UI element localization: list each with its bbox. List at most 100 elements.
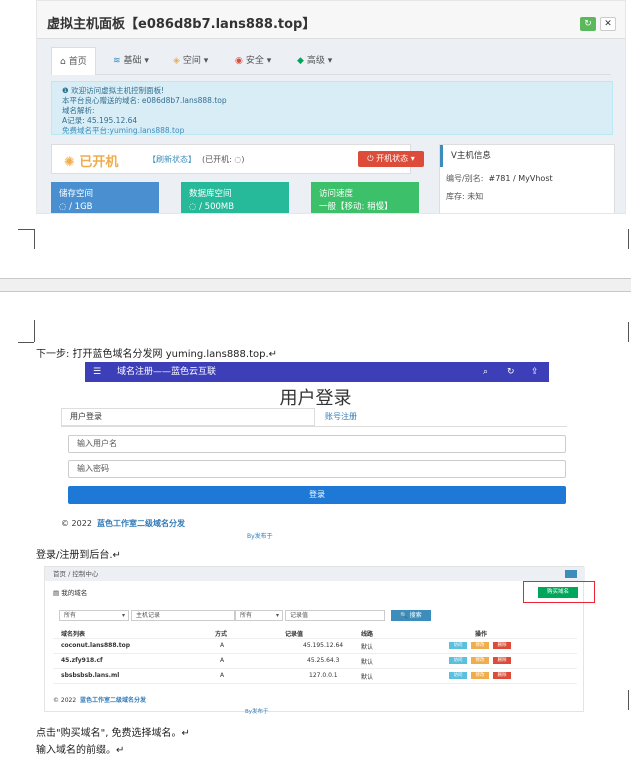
refresh-icon[interactable]: ↻ bbox=[507, 362, 515, 382]
visit-button[interactable]: 访问 bbox=[449, 672, 467, 679]
page-corner-mark bbox=[628, 229, 629, 249]
vhost-info-box: V主机信息 编号/别名: #781 / MyVhost 库存: 未知 bbox=[439, 144, 615, 213]
type-cell: A bbox=[220, 642, 225, 649]
line-cell: 默认 bbox=[361, 644, 374, 651]
refresh-status-link[interactable]: 【刷新状态】 bbox=[148, 154, 196, 165]
divider bbox=[53, 638, 577, 639]
layers-icon: ≋ bbox=[113, 56, 121, 66]
info-header: V主机信息 bbox=[440, 145, 614, 167]
edit-button[interactable]: 修改 bbox=[471, 642, 489, 649]
storage-card: 储存空间 ◌ / 1GB bbox=[51, 182, 159, 213]
footer-link[interactable]: By发布于 bbox=[247, 531, 273, 540]
copyright: © 2022 蓝色工作室二级域名分发 bbox=[61, 519, 185, 528]
spinner-icon: ✺ bbox=[64, 155, 80, 170]
card-title: 数据库空间 bbox=[189, 189, 232, 199]
step-text: 下一步: 打开蓝色域名分发网 yuming.lans888.top.↵ bbox=[36, 349, 278, 360]
column-header: 记录值 bbox=[285, 631, 304, 638]
type-cell: A bbox=[220, 657, 225, 664]
share-icon[interactable]: ⇪ bbox=[531, 362, 539, 382]
password-input[interactable]: 输入密码 bbox=[68, 460, 566, 478]
diamond-icon: ◆ bbox=[297, 56, 304, 66]
page-separator bbox=[0, 278, 631, 292]
column-header: 域名列表 bbox=[61, 631, 86, 638]
panel-tabs: ⌂ 首页 ≋ 基础 ▾ ◈ 空间 ▾ ◉ 安全 ▾ ◆ 高级 ▾ bbox=[51, 47, 611, 75]
login-screenshot: ☰ 域名注册——蓝色云互联 ⌕ ↻ ⇪ 用户登录 用户登录 账号注册 输入用户名… bbox=[59, 362, 572, 540]
type-cell: A bbox=[220, 672, 225, 679]
database-card: 数据库空间 ◌ / 500MB bbox=[181, 182, 289, 213]
delete-button[interactable]: 删除 bbox=[493, 657, 511, 664]
tab-register[interactable]: 账号注册 bbox=[325, 408, 357, 426]
tab-home[interactable]: ⌂ 首页 bbox=[51, 47, 96, 75]
shield-icon: ◉ bbox=[235, 56, 243, 66]
page-corner-mark bbox=[34, 229, 35, 249]
edit-button[interactable]: 修改 bbox=[471, 657, 489, 664]
footer-link[interactable]: By发布于 bbox=[245, 707, 269, 715]
tab-basic[interactable]: ≋ 基础 ▾ bbox=[105, 47, 157, 75]
panel-title: 虚拟主机面板【e086d8b7.lans888.top】 bbox=[47, 17, 316, 32]
breadcrumb: 首页 / 控制中心 bbox=[45, 567, 585, 581]
page-corner-mark bbox=[18, 229, 34, 230]
value-cell: 127.0.0.1 bbox=[309, 672, 338, 679]
power-status: ✺ 已开机 bbox=[64, 155, 119, 170]
search-icon[interactable]: ⌕ bbox=[483, 362, 488, 382]
delete-button[interactable]: 删除 bbox=[493, 642, 511, 649]
refresh-icon[interactable]: ↻ bbox=[580, 17, 596, 31]
page-corner-mark bbox=[628, 690, 629, 710]
notice-line: A记录: 45.195.12.64 bbox=[62, 116, 138, 125]
domains-screenshot: 首页 / 控制中心 ▤ 我的域名 购买域名 所有 ▾ 主机记录 所有 ▾ 记录值 🔍… bbox=[44, 566, 595, 715]
page-corner-mark bbox=[628, 322, 629, 342]
tab-advanced[interactable]: ◆ 高级 ▾ bbox=[289, 47, 340, 75]
card-value: ◌ / 1GB bbox=[59, 202, 93, 212]
divider bbox=[61, 426, 567, 427]
domain-cell: 45.zfy918.cf bbox=[61, 657, 103, 664]
login-button[interactable]: 登录 bbox=[68, 486, 566, 504]
page-corner-mark bbox=[34, 320, 35, 342]
nav-title: 域名注册——蓝色云互联 bbox=[117, 367, 217, 377]
tab-space[interactable]: ◈ 空间 ▾ bbox=[165, 47, 216, 75]
visit-button[interactable]: 访问 bbox=[449, 642, 467, 649]
line-cell: 默认 bbox=[361, 659, 374, 666]
page-corner-mark bbox=[18, 342, 34, 343]
search-button[interactable]: 🔍 搜索 bbox=[391, 610, 431, 621]
info-row: 库存: 未知 bbox=[446, 192, 484, 201]
vhost-panel-screenshot: 虚拟主机面板【e086d8b7.lans888.top】 ↻ ✕ ⌂ 首页 ≋ 基础… bbox=[36, 0, 626, 214]
column-header: 线路 bbox=[361, 631, 374, 638]
filter-select[interactable]: 所有 ▾ bbox=[235, 610, 283, 621]
tab-login[interactable]: 用户登录 bbox=[61, 408, 315, 426]
power-button[interactable]: ⏻ 开机状态 ▾ bbox=[358, 151, 424, 167]
tab-security[interactable]: ◉ 安全 ▾ bbox=[227, 47, 279, 75]
navbar: ☰ 域名注册——蓝色云互联 ⌕ ↻ ⇪ bbox=[85, 362, 549, 382]
card-value: 一般【移动: 稍慢】 bbox=[319, 202, 393, 212]
value-cell: 45.195.12.64 bbox=[303, 642, 344, 649]
filter-input[interactable]: 主机记录 bbox=[131, 610, 235, 621]
visit-button[interactable]: 访问 bbox=[449, 657, 467, 664]
notice-line: 域名解析: bbox=[62, 106, 95, 115]
notice-line: 本平台良心赠送的域名: e086d8b7.lans888.top bbox=[62, 96, 227, 105]
close-icon[interactable]: ✕ bbox=[600, 17, 616, 31]
value-cell: 45.25.64.3 bbox=[307, 657, 340, 664]
step-text: 登录/注册到后台.↵ bbox=[36, 550, 121, 561]
step-text: 点击"购买域名", 免费选择域名。↵ bbox=[36, 728, 190, 739]
divider bbox=[53, 683, 577, 684]
delete-button[interactable]: 删除 bbox=[493, 672, 511, 679]
notice-line: ❶ 欢迎访问虚拟主机控制面板! bbox=[62, 86, 165, 95]
filter-select[interactable]: 所有 ▾ bbox=[59, 610, 129, 621]
info-row: 编号/别名: #781 / MyVhost bbox=[446, 174, 553, 183]
status-note: (已开机: ◌) bbox=[202, 155, 245, 164]
card-title: 储存空间 bbox=[59, 189, 94, 199]
cube-icon: ◈ bbox=[173, 56, 180, 66]
edit-button[interactable]: 修改 bbox=[471, 672, 489, 679]
notice-line: 免费域名平台:yuming.lans888.top bbox=[62, 126, 185, 135]
domain-cell: coconut.lans888.top bbox=[61, 642, 131, 649]
filter-input[interactable]: 记录值 bbox=[285, 610, 385, 621]
speed-card: 访问速度 一般【移动: 稍慢】 bbox=[311, 182, 419, 213]
step-text: 输入域名的前缀。↵ bbox=[36, 745, 125, 756]
home-icon: ⌂ bbox=[60, 57, 66, 67]
username-input[interactable]: 输入用户名 bbox=[68, 435, 566, 453]
column-header: 方式 bbox=[215, 631, 228, 638]
section-title: ▤ 我的域名 bbox=[53, 589, 88, 597]
menu-toggle-icon[interactable] bbox=[565, 570, 577, 578]
highlight-box bbox=[523, 581, 595, 603]
power-status-box: ✺ 已开机 【刷新状态】 (已开机: ◌) ⏻ 开机状态 ▾ bbox=[51, 144, 424, 174]
menu-icon[interactable]: ☰ bbox=[93, 362, 101, 382]
